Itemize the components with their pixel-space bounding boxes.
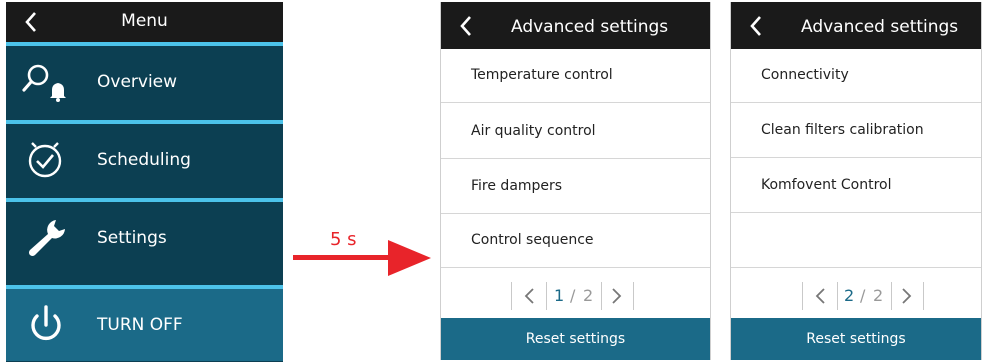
list-item-label: Air quality control [471, 123, 596, 139]
current-page: 2 [844, 286, 855, 305]
menu-panel: Menu Overview Scheduling Settings TURN O… [6, 2, 283, 362]
divider [802, 282, 803, 310]
prev-page-icon[interactable] [513, 278, 547, 314]
next-page-icon[interactable] [602, 278, 636, 314]
search-bell-icon [22, 64, 66, 102]
page-separator: / [570, 286, 576, 305]
panel-title: Advanced settings [801, 17, 959, 37]
pagination: 2 / 2 [731, 278, 981, 314]
list-item[interactable]: Temperature control [441, 49, 710, 103]
reset-settings-button[interactable]: Reset settings [441, 318, 710, 360]
menu-item-label: Settings [97, 228, 167, 248]
right-arrow-icon [293, 240, 431, 276]
turn-off-button[interactable]: TURN OFF [6, 289, 283, 361]
menu-item-overview[interactable]: Overview [6, 46, 283, 120]
panel-header: Advanced settings [441, 2, 710, 49]
list-item[interactable]: Air quality control [441, 105, 710, 159]
divider [546, 282, 547, 310]
menu-header: Menu [6, 2, 283, 42]
menu-title: Menu [121, 11, 168, 31]
back-chevron-icon[interactable] [455, 14, 479, 38]
list-item-label: Clean filters calibration [761, 122, 924, 138]
list-item-empty [731, 214, 981, 268]
wrench-icon [28, 220, 65, 257]
list-item[interactable]: Komfovent Control [731, 159, 981, 213]
panel-title: Advanced settings [511, 17, 669, 37]
current-page: 1 [554, 286, 565, 305]
reset-settings-button[interactable]: Reset settings [731, 318, 981, 360]
prev-page-icon[interactable] [804, 278, 838, 314]
list-item-label: Temperature control [471, 67, 613, 83]
divider [633, 282, 634, 310]
menu-item-label: Scheduling [97, 150, 191, 170]
back-chevron-icon[interactable] [745, 14, 769, 38]
menu-item-scheduling[interactable]: Scheduling [6, 124, 283, 198]
panel-header: Advanced settings [731, 2, 981, 49]
divider [837, 282, 838, 310]
divider [923, 282, 924, 310]
divider [511, 282, 512, 310]
menu-item-settings[interactable]: Settings [6, 202, 283, 276]
total-pages: 2 [873, 286, 884, 305]
advanced-settings-panel-1: Advanced settings Temperature control Ai… [440, 2, 711, 360]
list-item-label: Fire dampers [471, 178, 563, 194]
list-item[interactable]: Clean filters calibration [731, 104, 981, 158]
list-item[interactable]: Control sequence [441, 214, 710, 268]
pagination: 1 / 2 [441, 278, 710, 314]
page-separator: / [860, 286, 866, 305]
list-item-label: Connectivity [761, 67, 849, 83]
total-pages: 2 [583, 286, 594, 305]
list-item[interactable]: Fire dampers [441, 160, 710, 214]
list-item-label: Control sequence [471, 232, 594, 248]
next-page-icon[interactable] [892, 278, 926, 314]
list-item[interactable]: Connectivity [731, 49, 981, 103]
clock-check-icon [28, 142, 62, 178]
list-item-label: Komfovent Control [761, 177, 892, 193]
menu-item-label: Overview [97, 72, 178, 92]
advanced-settings-panel-2: Advanced settings Connectivity Clean fil… [730, 2, 982, 360]
turn-off-label: TURN OFF [97, 315, 183, 335]
power-icon [31, 305, 61, 340]
